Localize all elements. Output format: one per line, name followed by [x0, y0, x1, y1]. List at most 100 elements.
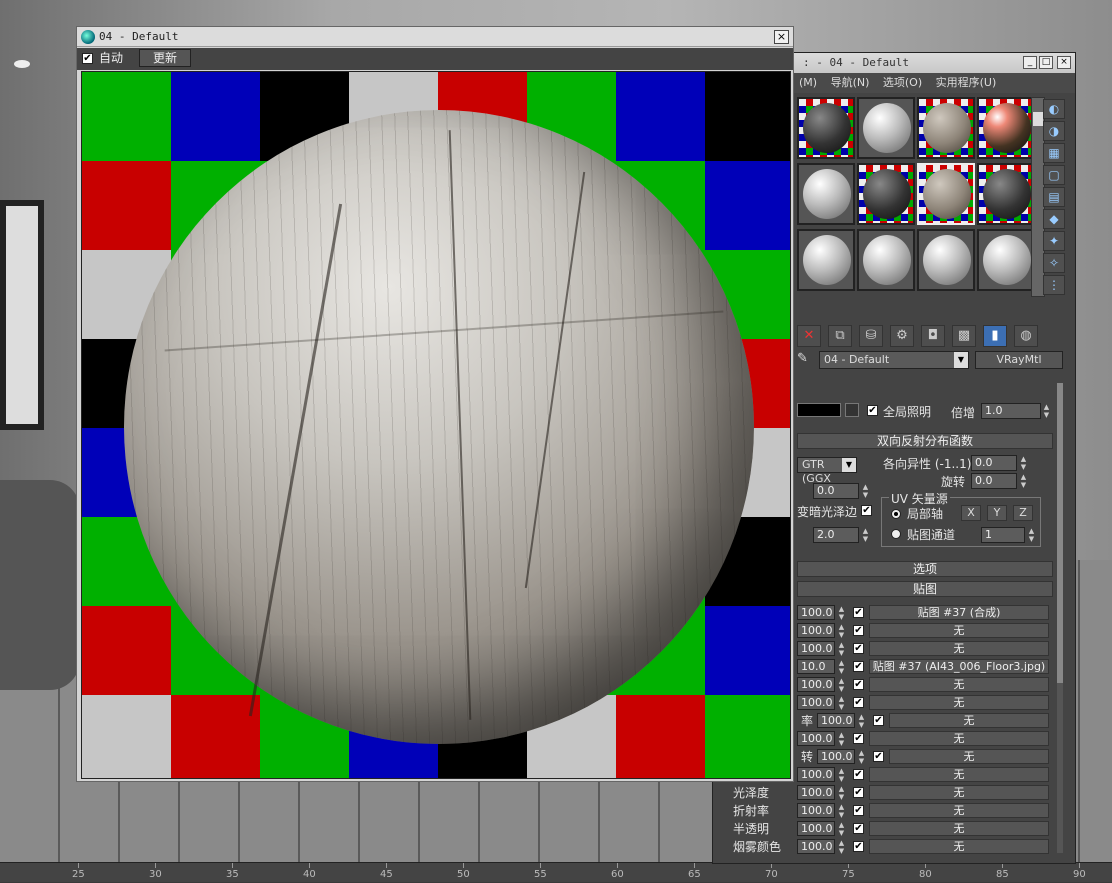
map-amount-spinner-arrows[interactable]: ▲ ▼ — [857, 713, 866, 729]
map-amount-spinner-arrows[interactable]: ▲ ▼ — [837, 677, 846, 693]
map-amount-spinner-arrows[interactable]: ▲ ▼ — [837, 605, 846, 621]
map-amount-spinner-arrows[interactable]: ▲ ▼ — [837, 659, 846, 675]
multiplier-spinner[interactable]: 1.0 — [981, 403, 1041, 419]
timeline-ruler[interactable]: 25 30 35 40 45 50 55 60 65 70 75 80 85 90 — [0, 862, 1112, 882]
map-amount-spinner[interactable]: 100.0 — [797, 839, 835, 854]
show-end-result-icon[interactable]: ▩ — [952, 325, 976, 347]
self-illumination-map-button[interactable] — [845, 403, 859, 417]
map-amount-spinner[interactable]: 100.0 — [797, 695, 835, 710]
backlight-icon[interactable]: ◑ — [1043, 121, 1065, 141]
map-amount-spinner-arrows[interactable]: ▲ ▼ — [837, 785, 846, 801]
soften-spinner[interactable]: 0.0 — [813, 483, 859, 499]
axis-z-button[interactable]: Z — [1013, 505, 1033, 521]
global-illumination-checkbox[interactable]: ✔ — [867, 405, 878, 416]
map-slot-button[interactable]: 无 — [889, 713, 1049, 728]
map-enable-checkbox[interactable]: ✔ — [853, 607, 864, 618]
show-in-viewport-icon[interactable]: ◘ — [921, 325, 945, 347]
material-slot[interactable] — [797, 229, 855, 291]
map-channel-spinner-arrows[interactable]: ▲ ▼ — [1027, 527, 1036, 543]
material-slot-active[interactable] — [917, 163, 975, 225]
brdf-rollout-header[interactable]: 双向反射分布函数 — [797, 433, 1053, 449]
material-slot[interactable] — [857, 163, 915, 225]
menu-options[interactable]: 选项(O) — [883, 76, 922, 89]
delete-icon[interactable]: ✕ — [797, 325, 821, 347]
editor-scrollbar[interactable] — [1057, 383, 1063, 853]
map-amount-spinner[interactable]: 100.0 — [797, 803, 835, 818]
maps-rollout-header[interactable]: 贴图 — [797, 581, 1053, 597]
rotation-spinner[interactable]: 0.0 — [971, 473, 1017, 489]
map-amount-spinner[interactable]: 100.0 — [797, 677, 835, 692]
select-by-material-icon[interactable]: ✧ — [1043, 253, 1065, 273]
map-enable-checkbox[interactable]: ✔ — [853, 643, 864, 654]
map-amount-spinner-arrows[interactable]: ▲ ▼ — [837, 695, 846, 711]
map-enable-checkbox[interactable]: ✔ — [873, 715, 884, 726]
axis-x-button[interactable]: X — [961, 505, 981, 521]
axis-y-button[interactable]: Y — [987, 505, 1007, 521]
material-id-icon[interactable]: ⚙ — [890, 325, 914, 347]
map-amount-spinner[interactable]: 100.0 — [797, 731, 835, 746]
background-checker-icon[interactable]: ▦ — [1043, 143, 1065, 163]
color-check-icon[interactable]: ▤ — [1043, 187, 1065, 207]
map-slot-button[interactable]: 无 — [889, 749, 1049, 764]
map-amount-spinner[interactable]: 100.0 — [797, 605, 835, 620]
anisotropy-spinner[interactable]: 0.0 — [971, 455, 1017, 471]
map-enable-checkbox[interactable]: ✔ — [853, 625, 864, 636]
map-enable-checkbox[interactable]: ✔ — [853, 805, 864, 816]
dark-glossy-edges-checkbox[interactable]: ✔ — [861, 505, 872, 516]
map-slot-button[interactable]: 无 — [869, 623, 1049, 638]
material-navigator-icon[interactable]: ⋮ — [1043, 275, 1065, 295]
minimize-button[interactable]: _ — [1023, 56, 1037, 69]
material-slot[interactable] — [977, 97, 1035, 159]
map-enable-checkbox[interactable]: ✔ — [853, 697, 864, 708]
map-slot-button[interactable]: 贴图 #37 (合成) — [869, 605, 1049, 620]
uv-tiling-icon[interactable]: ▢ — [1043, 165, 1065, 185]
map-amount-spinner-arrows[interactable]: ▲ ▼ — [837, 821, 846, 837]
map-slot-button[interactable]: 无 — [869, 731, 1049, 746]
map-amount-spinner-arrows[interactable]: ▲ ▼ — [837, 767, 846, 783]
close-icon[interactable]: × — [774, 30, 789, 44]
material-slot[interactable] — [977, 163, 1035, 225]
map-enable-checkbox[interactable]: ✔ — [853, 733, 864, 744]
map-slot-button[interactable]: 贴图 #37 (AI43_006_Floor3.jpg) — [869, 659, 1049, 674]
map-slot-button[interactable]: 无 — [869, 785, 1049, 800]
map-channel-radio[interactable] — [891, 529, 901, 539]
make-preview-icon[interactable]: ◆ — [1043, 209, 1065, 229]
map-channel-spinner[interactable]: 1 — [981, 527, 1025, 543]
map-amount-spinner[interactable]: 10.0 — [797, 659, 835, 674]
eyedropper-icon[interactable]: ✎ — [797, 351, 815, 371]
update-button[interactable]: 更新 — [139, 49, 191, 67]
material-slot[interactable] — [857, 97, 915, 159]
material-slot[interactable] — [797, 97, 855, 159]
material-type-button[interactable]: VRayMtl — [975, 351, 1063, 369]
map-amount-spinner-arrows[interactable]: ▲ ▼ — [837, 641, 846, 657]
map-enable-checkbox[interactable]: ✔ — [853, 679, 864, 690]
brdf-type-select[interactable]: GTR (GGX ▼ — [797, 457, 857, 485]
map-amount-spinner-arrows[interactable]: ▲ ▼ — [837, 731, 846, 747]
map-slot-button[interactable]: 无 — [869, 803, 1049, 818]
map-enable-checkbox[interactable]: ✔ — [853, 787, 864, 798]
map-amount-spinner[interactable]: 100.0 — [797, 785, 835, 800]
map-slot-button[interactable]: 无 — [869, 839, 1049, 854]
auto-update-checkbox[interactable]: ✔ — [82, 53, 93, 64]
map-slot-button[interactable]: 无 — [869, 821, 1049, 836]
options-rollout-header[interactable]: 选项 — [797, 561, 1053, 577]
map-enable-checkbox[interactable]: ✔ — [853, 823, 864, 834]
options-icon[interactable]: ✦ — [1043, 231, 1065, 251]
map-amount-spinner[interactable]: 100.0 — [797, 623, 835, 638]
map-slot-button[interactable]: 无 — [869, 767, 1049, 782]
menu-navigation[interactable]: 导航(N) — [831, 76, 870, 89]
map-amount-spinner[interactable]: 100.0 — [817, 749, 855, 764]
falloff-spinner[interactable]: 2.0 — [813, 527, 859, 543]
sample-type-icon[interactable]: ◐ — [1043, 99, 1065, 119]
map-amount-spinner[interactable]: 100.0 — [797, 821, 835, 836]
map-enable-checkbox[interactable]: ✔ — [873, 751, 884, 762]
material-name-field[interactable]: 04 - Default ▼ — [819, 351, 969, 369]
local-axis-radio[interactable] — [891, 509, 901, 519]
map-enable-checkbox[interactable]: ✔ — [853, 661, 864, 672]
map-enable-checkbox[interactable]: ✔ — [853, 769, 864, 780]
material-slot[interactable] — [797, 163, 855, 225]
map-amount-spinner[interactable]: 100.0 — [817, 713, 855, 728]
material-slot[interactable] — [857, 229, 915, 291]
close-button[interactable]: × — [1057, 56, 1071, 69]
map-amount-spinner[interactable]: 100.0 — [797, 767, 835, 782]
